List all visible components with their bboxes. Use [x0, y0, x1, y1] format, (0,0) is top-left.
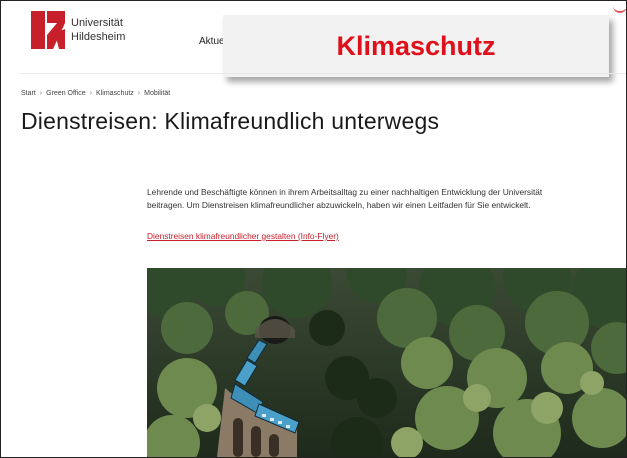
banner-title: Klimaschutz: [336, 30, 496, 61]
hero-image-train-forest: [147, 268, 626, 457]
page-title: Dienstreisen: Klimafreundlich unterwegs: [21, 108, 440, 134]
breadcrumb-separator-icon: ›: [39, 90, 43, 97]
logo-line-1: Universität: [71, 17, 123, 29]
intro-line-1: Lehrende und Beschäftigte können in ihre…: [147, 187, 543, 197]
topic-banner: Klimaschutz: [223, 15, 609, 77]
logo-line-2: Hildesheim: [71, 31, 126, 43]
breadcrumb-item-klimaschutz[interactable]: Klimaschutz: [96, 90, 134, 97]
nav-item-aktuelles[interactable]: Aktue: [199, 36, 225, 47]
breadcrumb-item-green-office[interactable]: Green Office: [46, 90, 86, 97]
breadcrumb-separator-icon: ›: [89, 90, 93, 97]
breadcrumb-item-mobilitaet[interactable]: Mobilität: [144, 90, 170, 97]
breadcrumb-item-start[interactable]: Start: [21, 90, 36, 97]
breadcrumb: Start › Green Office › Klimaschutz › Mobilität: [21, 90, 170, 97]
university-name[interactable]: Universität Hildesheim: [71, 16, 125, 44]
info-flyer-link[interactable]: Dienstreisen klimafreundlicher gestalten…: [147, 231, 339, 241]
university-logo-icon[interactable]: [31, 11, 65, 49]
header-divider: [19, 73, 626, 74]
breadcrumb-separator-icon: ›: [137, 90, 141, 97]
browser-frame: Universität Hildesheim Aktue Klimaschutz…: [0, 0, 627, 458]
intro-line-2: beitragen. Um Dienstreisen klimafreundli…: [147, 200, 531, 210]
intro-text: Lehrende und Beschäftigte können in ihre…: [147, 186, 617, 212]
